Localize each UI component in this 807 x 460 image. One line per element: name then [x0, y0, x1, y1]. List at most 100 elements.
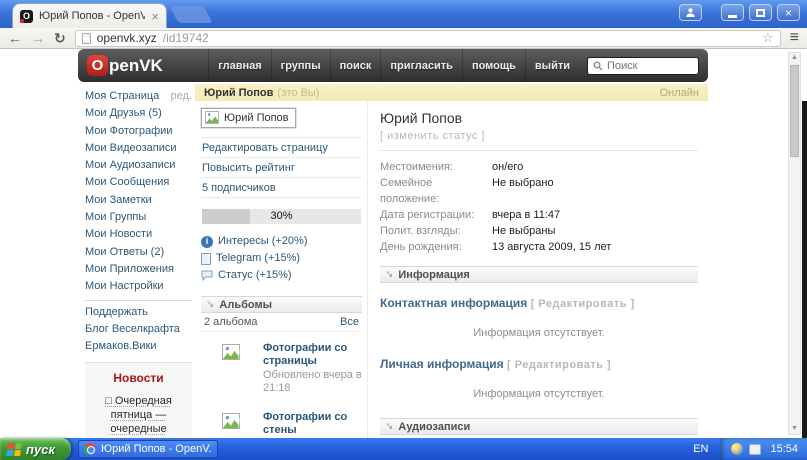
edit-page-link[interactable]: Редактировать страницу: [201, 137, 362, 157]
info-icon: i: [201, 235, 213, 248]
nav-item-groups[interactable]: группы: [270, 49, 330, 82]
bookmark-star-icon[interactable]: ☆: [762, 30, 774, 46]
online-status-badge: Онлайн: [659, 86, 699, 99]
info-label: Полит. взгляды:: [380, 225, 461, 237]
personal-edit-link[interactable]: [ Редактировать ]: [507, 359, 611, 371]
profile-top-bar: Юрий Попов (это Вы) Онлайн: [195, 84, 708, 101]
reload-button[interactable]: ↻: [54, 31, 66, 45]
sidebar-item-groups[interactable]: Мои Группы: [85, 209, 192, 226]
sidebar-item-notes[interactable]: Мои Заметки: [85, 192, 192, 209]
sidebar-item-settings[interactable]: Мои Настройки: [85, 278, 192, 295]
sidebar-item-answers[interactable]: Мои Ответы (2): [85, 244, 192, 261]
contact-edit-link[interactable]: [ Редактировать ]: [531, 298, 635, 310]
openvk-logo[interactable]: O penVK: [87, 55, 163, 76]
sidebar: Моя Страница ред. Мои Друзья (5) Мои Фот…: [78, 82, 195, 438]
header-nav: главная группы поиск пригласить помощь в…: [208, 49, 579, 82]
taskbar-task-button[interactable]: Юрий Попов - OpenV...: [78, 440, 218, 458]
profile-bar-name: Юрий Попов: [204, 86, 274, 99]
sidebar-link-donate[interactable]: Поддержать: [85, 304, 192, 321]
info-row: Местоимения: он/его: [380, 159, 698, 175]
sidebar-item-apps[interactable]: Мои Приложения: [85, 261, 192, 278]
language-indicator[interactable]: EN: [681, 443, 720, 455]
news-link[interactable]: □ Очередная пятница — очередные обновлен…: [88, 394, 189, 438]
openvk-logo-text: penVK: [109, 55, 163, 75]
sidebar-item-videos[interactable]: Мои Видеозаписи: [85, 140, 192, 157]
album-item[interactable]: Фотографии со страницы Обновлено вчера в…: [201, 342, 362, 395]
start-button[interactable]: пуск: [0, 438, 71, 460]
boost-label[interactable]: Telegram (+15%): [216, 250, 300, 267]
sidebar-edit-link[interactable]: ред.: [171, 88, 192, 105]
info-row: Семейное положение: Не выбрано: [380, 175, 698, 207]
close-icon: ×: [784, 5, 792, 20]
section-arrow-icon: ↘: [385, 421, 394, 432]
chrome-menu-icon[interactable]: ≡: [790, 30, 799, 46]
album-title-link[interactable]: Фотографии со стены: [263, 411, 362, 437]
tray-monitor-icon[interactable]: [749, 443, 762, 455]
sidebar-item-photos[interactable]: Мои Фотографии: [85, 123, 192, 140]
task-label: Юрий Попов - OpenV...: [101, 443, 212, 455]
nav-item-main[interactable]: главная: [208, 49, 270, 82]
followers-link[interactable]: 5 подписчиков: [201, 177, 362, 198]
information-header-label: Информация: [398, 268, 470, 281]
boost-status-link[interactable]: Статус (+15%): [201, 267, 362, 284]
albums-all-link[interactable]: Все: [340, 316, 359, 328]
boost-interests-link[interactable]: i Интересы (+20%): [201, 233, 362, 250]
sidebar-link-blog[interactable]: Блог Веселкрафта: [85, 321, 192, 338]
profile-person-icon[interactable]: [679, 4, 702, 21]
info-value: он/его: [492, 161, 524, 173]
personal-info-empty: Информация отсутствует.: [473, 388, 605, 400]
profile-main-column: Юрий Попов [ изменить статус ] Местоимен…: [367, 101, 708, 438]
sidebar-item-messages[interactable]: Мои Сообщения: [85, 174, 192, 191]
avatar[interactable]: Юрий Попов: [200, 107, 297, 129]
boost-rating-link[interactable]: Повысить рейтинг: [201, 157, 362, 177]
url-domain: openvk.xyz: [96, 31, 157, 45]
browser-tab[interactable]: O Юрий Попов - OpenVK ×: [12, 3, 167, 28]
sidebar-item-label[interactable]: Моя Страница: [85, 88, 159, 105]
address-bar[interactable]: openvk.xyz/id19742 ☆: [74, 29, 781, 47]
tray-update-icon[interactable]: [731, 443, 744, 455]
scroll-up-icon[interactable]: ▲: [791, 53, 798, 63]
back-button[interactable]: ←: [8, 31, 22, 45]
system-tray: 15:54: [720, 438, 807, 460]
broken-image-icon: [205, 111, 221, 124]
nav-item-help[interactable]: помощь: [461, 49, 525, 82]
person-icon: [686, 8, 695, 17]
sidebar-link-wiki[interactable]: Ермаков.Вики: [85, 338, 192, 355]
sidebar-item-my-page[interactable]: Моя Страница ред.: [85, 88, 192, 105]
boost-telegram-link[interactable]: Telegram (+15%): [201, 250, 362, 267]
personal-info-title: Личная информация: [380, 357, 504, 371]
url-path: /id19742: [162, 31, 209, 45]
album-title-link[interactable]: Фотографии со страницы: [263, 342, 362, 368]
nav-item-invite[interactable]: пригласить: [380, 49, 462, 82]
sidebar-item-news[interactable]: Мои Новости: [85, 226, 192, 243]
maximize-button[interactable]: [749, 4, 772, 21]
scrollbar-thumb[interactable]: [790, 65, 799, 157]
boost-label[interactable]: Статус (+15%): [218, 267, 292, 284]
maximize-icon: [756, 8, 765, 17]
album-thumbnail[interactable]: [201, 411, 263, 438]
boost-label[interactable]: Интересы (+20%): [218, 233, 307, 250]
scroll-down-icon[interactable]: ▼: [791, 424, 798, 434]
nav-item-logout[interactable]: выйти: [524, 49, 579, 82]
page-scrollbar[interactable]: ▲ ▼: [788, 52, 801, 435]
info-value: вчера в 11:47: [492, 209, 561, 221]
album-thumbnail[interactable]: [201, 342, 263, 395]
albums-header: ↘ Альбомы: [201, 296, 362, 313]
info-label: Семейное положение:: [380, 177, 440, 205]
openvk-logo-badge: O: [87, 55, 108, 76]
header-search-box[interactable]: [587, 56, 699, 75]
sidebar-item-audios[interactable]: Мои Аудиозаписи: [85, 157, 192, 174]
tab-title: Юрий Попов - OpenVK: [39, 10, 146, 22]
new-tab-button[interactable]: [169, 6, 213, 23]
profile-completeness-bar: 30%: [202, 209, 361, 224]
search-input[interactable]: [607, 59, 687, 72]
sidebar-item-friends[interactable]: Мои Друзья (5): [85, 105, 192, 122]
nav-item-search[interactable]: поиск: [329, 49, 381, 82]
forward-button[interactable]: →: [31, 31, 45, 45]
close-button[interactable]: ×: [777, 4, 800, 21]
change-status-link[interactable]: [ изменить статус ]: [380, 130, 698, 142]
start-label: пуск: [26, 441, 55, 457]
tab-close-icon[interactable]: ×: [151, 10, 159, 23]
album-item[interactable]: Фотографии со стены Обновлено сегодня в …: [201, 411, 362, 438]
minimize-button[interactable]: [721, 4, 744, 21]
